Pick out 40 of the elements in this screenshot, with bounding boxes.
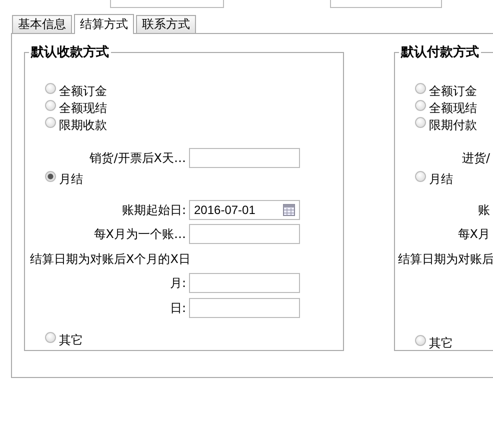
field-label: 月: <box>168 274 187 292</box>
radio-label: 全额订金 <box>429 83 477 100</box>
radio-label: 限期付款 <box>429 117 477 134</box>
field-label: 进货/ <box>460 150 491 166</box>
radio-button[interactable] <box>45 170 56 182</box>
radio-button[interactable] <box>415 117 426 128</box>
calendar-icon[interactable] <box>283 204 295 216</box>
radio-button[interactable] <box>415 83 426 94</box>
radio-button[interactable] <box>415 170 426 182</box>
input-field[interactable] <box>189 273 300 293</box>
radio-button[interactable] <box>415 100 426 111</box>
radio-label: 月结 <box>59 170 83 188</box>
field-label: 账 <box>477 202 491 218</box>
tab[interactable]: 联系方式 <box>136 15 196 33</box>
radio-label: 全额现结 <box>59 100 107 117</box>
field-label: 销货/开票后X天… <box>88 150 187 166</box>
field-label: 账期起始日: <box>120 202 187 218</box>
radio-button[interactable] <box>45 83 56 94</box>
radio-label: 全额订金 <box>59 83 107 100</box>
radio-button[interactable] <box>45 100 56 111</box>
field-label: 日: <box>168 300 187 316</box>
radio-button[interactable] <box>45 332 56 343</box>
radio-button[interactable] <box>45 117 56 128</box>
group-title: 默认收款方式 <box>30 44 110 61</box>
settle-note: 结算日期为对账后X个月的X日 <box>30 251 192 266</box>
radio-label: 全额现结 <box>429 100 477 117</box>
tab[interactable]: 结算方式 <box>74 14 134 34</box>
radio-label: 其它 <box>59 332 83 349</box>
date-field[interactable]: 2016-07-01 <box>189 200 300 220</box>
field-label: 每X月为一个账… <box>92 226 187 242</box>
field-label: 每X月 <box>456 226 491 242</box>
tab[interactable]: 基本信息 <box>12 15 72 33</box>
input-field[interactable] <box>189 148 300 168</box>
radio-label: 其它 <box>429 335 453 352</box>
radio-label: 月结 <box>429 170 453 188</box>
radio-button[interactable] <box>415 335 426 346</box>
input-field[interactable] <box>189 224 300 244</box>
group-title: 默认付款方式 <box>400 44 480 61</box>
radio-label: 限期收款 <box>59 117 107 134</box>
input-field[interactable] <box>189 298 300 318</box>
